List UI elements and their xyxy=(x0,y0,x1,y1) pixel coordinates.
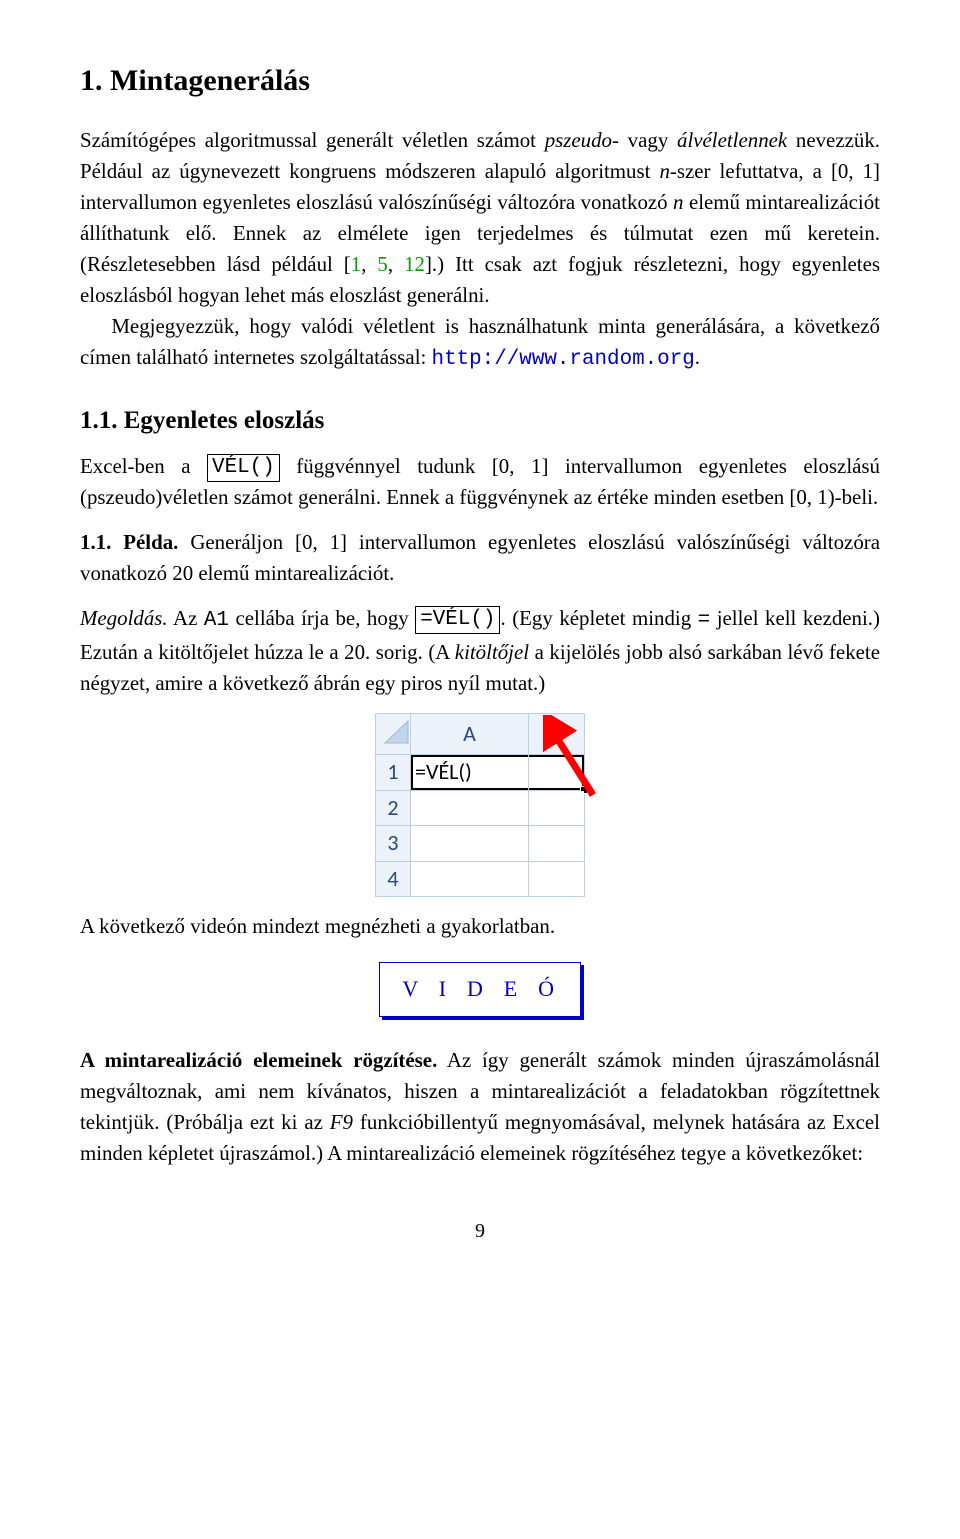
text: , xyxy=(361,252,377,276)
excel-row-header-2: 2 xyxy=(376,790,411,826)
subsection-intro: Excel-ben a VÉL() függvénnyel tudunk [0,… xyxy=(80,451,880,513)
red-arrow-icon xyxy=(543,715,603,805)
text: Az xyxy=(168,606,204,630)
text: , xyxy=(388,252,404,276)
excel-col-header-a: A xyxy=(411,713,529,755)
text: cellába írja be, hogy xyxy=(229,606,415,630)
excel-row-header-3: 3 xyxy=(376,826,411,862)
text: vagy xyxy=(619,128,677,152)
video-button[interactable]: V I D E Ó xyxy=(379,962,580,1017)
example-block: 1.1. Példa. Generáljon [0, 1] intervallu… xyxy=(80,527,880,589)
excel-row-header-1: 1 xyxy=(376,755,411,791)
math-n: n xyxy=(673,190,683,214)
text-italic: kitöltőjel xyxy=(455,640,529,664)
fixation-paragraph: A mintarealizáció elemeinek rögzítése. A… xyxy=(80,1045,880,1169)
page-number: 9 xyxy=(80,1217,880,1247)
after-figure-text: A következő videón mindezt megnézheti a … xyxy=(80,911,880,942)
subsection-heading: 1.1. Egyenletes eloszlás xyxy=(80,402,880,439)
math-n: n xyxy=(659,159,669,183)
video-button-wrap: V I D E Ó xyxy=(80,956,880,1023)
text: . (Egy képletet mindig xyxy=(500,606,697,630)
formula-box-vel: VÉL() xyxy=(207,454,280,482)
excel-cell-a3 xyxy=(411,826,529,862)
excel-corner-cell xyxy=(376,713,411,755)
example-label: 1.1. Példa. xyxy=(80,530,178,554)
text: Generáljon [0, 1] intervallumon egyenlet… xyxy=(80,530,880,585)
excel-row-header-4: 4 xyxy=(376,861,411,897)
excel-cell-a2 xyxy=(411,790,529,826)
text-italic: álvéletlennek xyxy=(677,128,787,152)
excel-cell-a4 xyxy=(411,861,529,897)
equals-sign: = xyxy=(698,609,711,632)
f9-key: F9 xyxy=(330,1110,353,1134)
cell-ref-a1: A1 xyxy=(204,609,229,632)
citation-5[interactable]: 5 xyxy=(377,252,387,276)
excel-cell-b3 xyxy=(529,826,585,862)
example-paragraph: 1.1. Példa. Generáljon [0, 1] intervallu… xyxy=(80,527,880,589)
intro-paragraph-block: Számítógépes algoritmussal generált véle… xyxy=(80,125,880,376)
solution-label: Megoldás. xyxy=(80,606,168,630)
text: . xyxy=(695,345,700,369)
solution-block: Megoldás. Az A1 cellába írja be, hogy =V… xyxy=(80,603,880,699)
solution-paragraph: Megoldás. Az A1 cellába írja be, hogy =V… xyxy=(80,603,880,699)
citation-12[interactable]: 12 xyxy=(404,252,425,276)
citation-1[interactable]: 1 xyxy=(351,252,361,276)
excel-figure: A B 1 =VÉL() 2 3 4 xyxy=(80,713,880,898)
text: Számítógépes algoritmussal generált véle… xyxy=(80,128,545,152)
intro-paragraph-2: Megjegyezzük, hogy valódi véletlent is h… xyxy=(80,311,880,376)
excel-formula-text: =VÉL() xyxy=(415,758,472,785)
excel-cell-b4 xyxy=(529,861,585,897)
fixation-block: A mintarealizáció elemeinek rögzítése. A… xyxy=(80,1045,880,1169)
section-heading: 1. Mintagenerálás xyxy=(80,59,880,103)
intro-paragraph-1: Számítógépes algoritmussal generált véle… xyxy=(80,125,880,311)
random-org-link[interactable]: http://www.random.org xyxy=(432,348,695,371)
fixation-title: A mintarealizáció elemeinek rögzítése. xyxy=(80,1048,437,1072)
text-italic: pszeudo- xyxy=(545,128,619,152)
text: Excel-ben a xyxy=(80,454,207,478)
excel-cell-a1: =VÉL() xyxy=(411,755,529,791)
subsection-paragraph-1: Excel-ben a VÉL() függvénnyel tudunk [0,… xyxy=(80,451,880,513)
formula-box-eqvel: =VÉL() xyxy=(415,606,500,634)
